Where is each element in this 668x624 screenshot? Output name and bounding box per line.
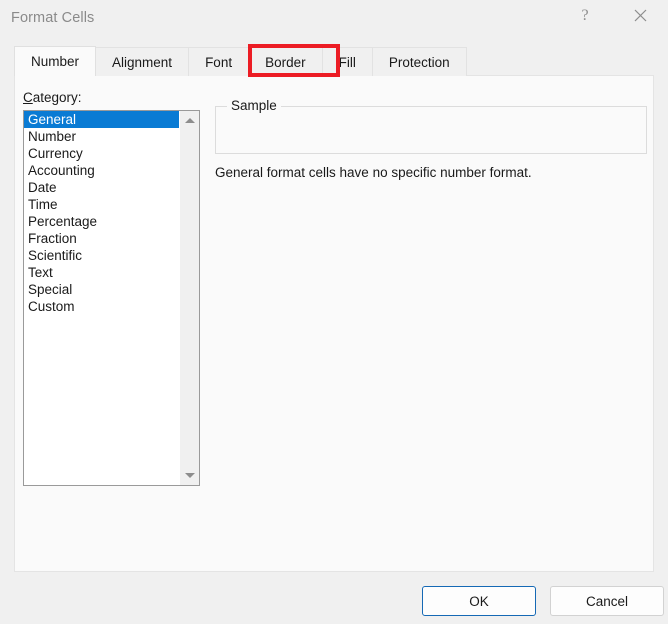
- close-button[interactable]: [617, 0, 663, 31]
- category-label: Category:: [23, 90, 82, 105]
- list-item[interactable]: Scientific: [24, 247, 179, 264]
- tab-fill[interactable]: Fill: [321, 47, 373, 76]
- tab-strip: Number Alignment Font Border Fill Protec…: [14, 46, 467, 76]
- tab-border-label: Border: [265, 54, 306, 70]
- ok-button-label: OK: [469, 593, 489, 609]
- window-title: Format Cells: [11, 10, 95, 26]
- tab-font[interactable]: Font: [188, 47, 250, 76]
- category-list: General Number Currency Accounting Date …: [24, 111, 179, 485]
- ok-button[interactable]: OK: [422, 586, 536, 616]
- scroll-up-arrow-icon: [184, 118, 195, 123]
- list-item[interactable]: Fraction: [24, 230, 179, 247]
- tab-number[interactable]: Number: [14, 46, 97, 76]
- list-item[interactable]: Custom: [24, 298, 179, 315]
- cancel-button-label: Cancel: [585, 593, 629, 609]
- tab-border[interactable]: Border: [248, 47, 323, 76]
- category-label-accel: C: [23, 90, 33, 105]
- list-item[interactable]: Time: [24, 196, 179, 213]
- number-tab-panel: Category: General Number Currency Accoun…: [14, 75, 654, 572]
- tab-alignment[interactable]: Alignment: [95, 47, 190, 76]
- tab-fill-label: Fill: [338, 54, 356, 70]
- list-item[interactable]: Date: [24, 179, 179, 196]
- sample-legend: Sample: [227, 98, 281, 113]
- format-description: General format cells have no specific nu…: [215, 165, 532, 180]
- close-icon: [634, 9, 646, 22]
- help-button[interactable]: ?: [562, 0, 608, 31]
- tab-protection-label: Protection: [388, 54, 450, 70]
- category-listbox[interactable]: General Number Currency Accounting Date …: [23, 110, 200, 486]
- list-item[interactable]: Currency: [24, 145, 179, 162]
- cancel-button[interactable]: Cancel: [550, 586, 664, 616]
- scroll-down-button[interactable]: [180, 466, 199, 485]
- tab-protection[interactable]: Protection: [371, 47, 467, 76]
- list-item[interactable]: Number: [24, 128, 179, 145]
- category-list-scrollbar[interactable]: [179, 111, 199, 485]
- sample-group-box: Sample: [215, 98, 647, 154]
- list-item[interactable]: General: [24, 111, 179, 128]
- list-item[interactable]: Text: [24, 264, 179, 281]
- scroll-down-arrow-icon: [184, 473, 195, 478]
- tab-alignment-label: Alignment: [112, 54, 173, 70]
- list-item[interactable]: Special: [24, 281, 179, 298]
- title-bar: Format Cells ?: [0, 0, 668, 38]
- list-item[interactable]: Percentage: [24, 213, 179, 230]
- tab-font-label: Font: [205, 54, 233, 70]
- scroll-up-button[interactable]: [180, 111, 199, 130]
- tab-number-label: Number: [31, 54, 80, 69]
- category-label-rest: ategory:: [32, 90, 82, 105]
- list-item[interactable]: Accounting: [24, 162, 179, 179]
- question-mark-icon: ?: [581, 6, 589, 24]
